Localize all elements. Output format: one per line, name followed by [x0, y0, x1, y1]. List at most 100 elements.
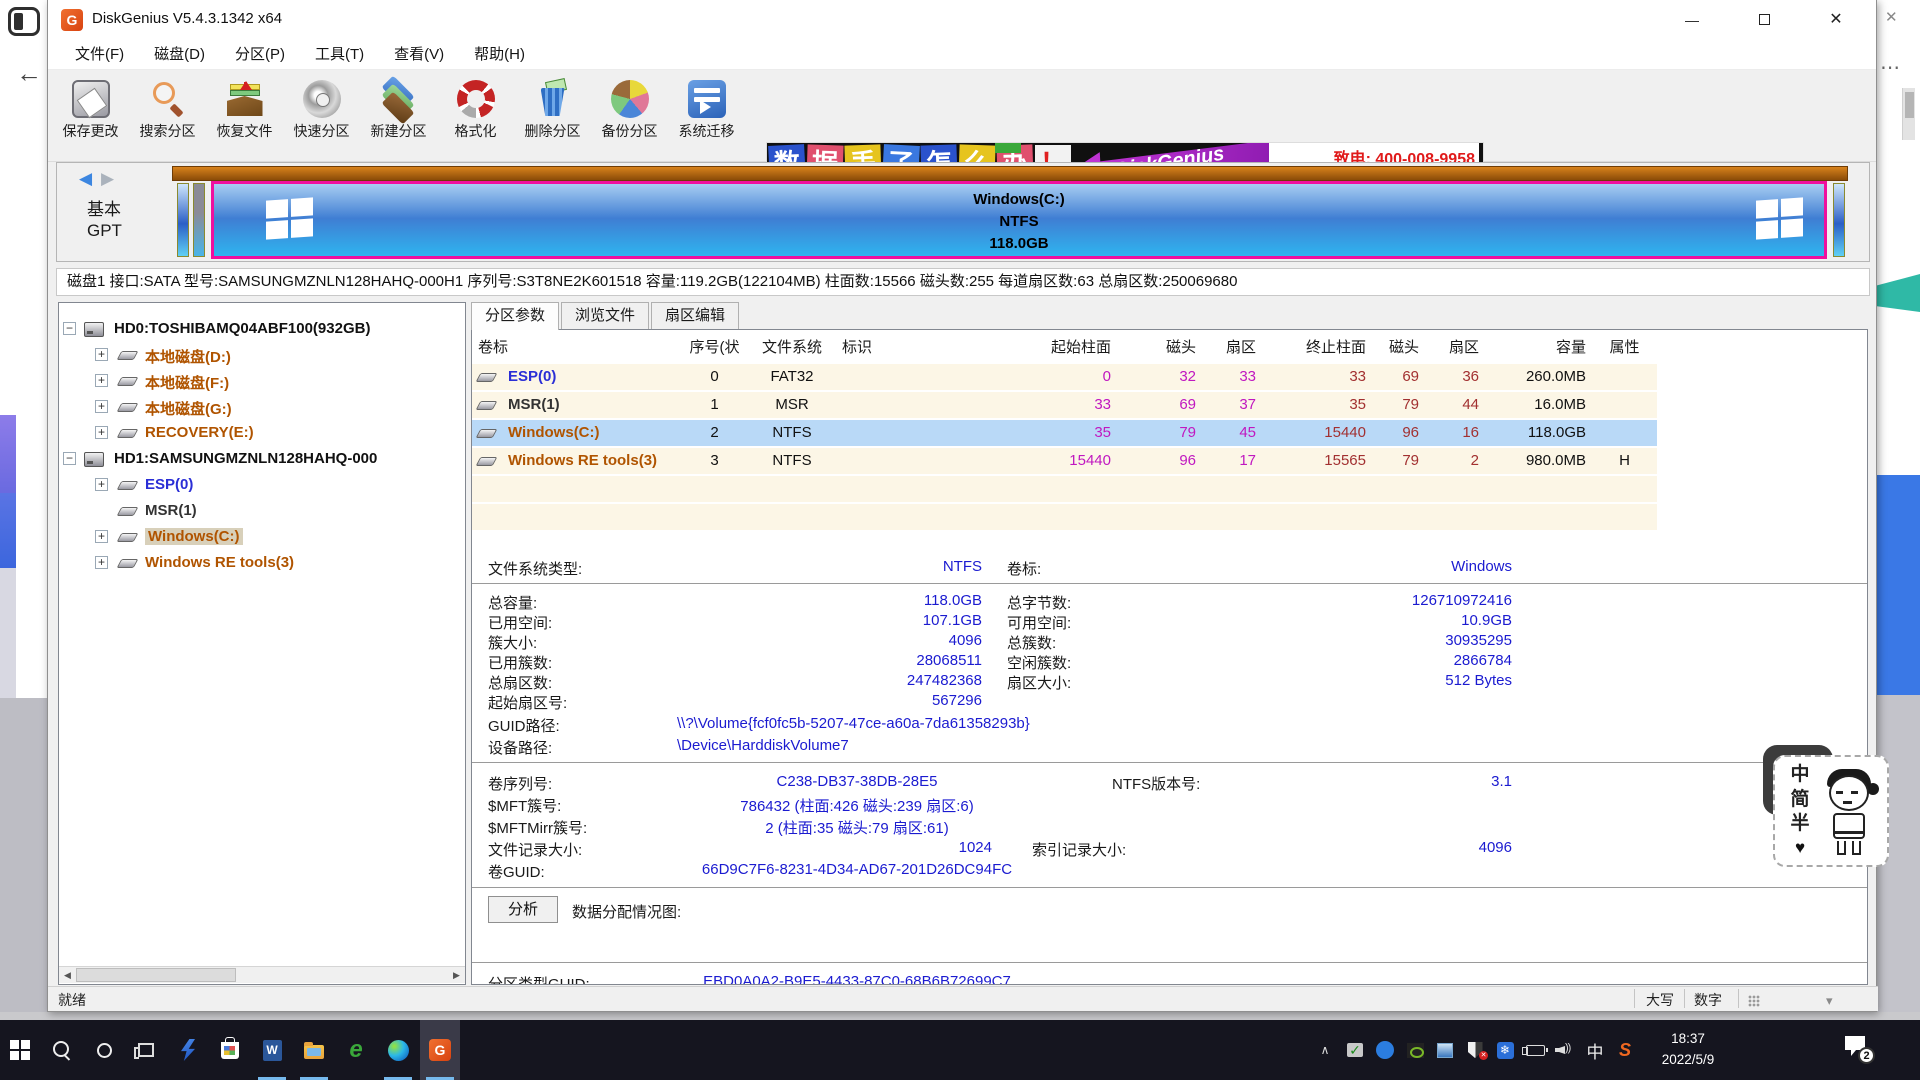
- scroll-left-icon[interactable]: ◀: [59, 967, 76, 983]
- collapse-icon[interactable]: [63, 452, 76, 465]
- search-partition-button[interactable]: 搜索分区: [129, 74, 206, 158]
- tray-volume-icon[interactable]: [1550, 1042, 1580, 1058]
- taskbar-app-store[interactable]: [210, 1020, 250, 1080]
- disc-icon: [303, 80, 341, 118]
- taskbar-app-thunder[interactable]: [168, 1020, 208, 1080]
- task-view-button[interactable]: [126, 1020, 166, 1080]
- tree-item-windows-c[interactable]: Windows(C:): [59, 527, 465, 549]
- expand-icon[interactable]: [95, 426, 108, 439]
- back-arrow-icon[interactable]: ←: [16, 58, 42, 89]
- analyze-button[interactable]: 分析: [488, 896, 558, 923]
- tree-item-msr[interactable]: MSR(1): [59, 501, 465, 523]
- delete-partition-button[interactable]: 删除分区: [514, 74, 591, 158]
- start-button[interactable]: [0, 1020, 40, 1080]
- expand-icon[interactable]: [95, 400, 108, 413]
- nav-right-icon[interactable]: ▶: [101, 169, 114, 189]
- tree-item-hd0[interactable]: HD0:TOSHIBAMQ04ABF100(932GB): [59, 319, 465, 341]
- resize-grip[interactable]: [1748, 995, 1760, 1007]
- tree-item-recovery-e[interactable]: RECOVERY(E:): [59, 423, 465, 445]
- ime-mode-simplified[interactable]: 简: [1789, 788, 1811, 813]
- taskbar-clock[interactable]: 18:37 2022/5/9: [1648, 1029, 1728, 1071]
- taskbar-app-diskgenius[interactable]: G: [420, 1020, 460, 1080]
- volume-icon: [117, 559, 139, 568]
- menu-disk[interactable]: 磁盘(D): [139, 40, 220, 69]
- table-row-msr[interactable]: MSR(1) 1 MSR 33 69 37 35 79 44 16.0MB: [472, 392, 1657, 420]
- partition-graph: Windows(C:) NTFS 118.0GB: [172, 166, 1848, 258]
- tray-intel-icon[interactable]: [1430, 1043, 1460, 1058]
- expand-icon[interactable]: [95, 348, 108, 361]
- ime-status-card[interactable]: 中 简 半 ♥: [1773, 755, 1889, 867]
- recover-files-button[interactable]: 恢复文件: [206, 74, 283, 158]
- format-button[interactable]: 格式化: [437, 74, 514, 158]
- menu-view[interactable]: 查看(V): [379, 40, 459, 69]
- ime-mode-chinese[interactable]: 中: [1789, 763, 1811, 788]
- taskbar-app-ie[interactable]: e: [336, 1020, 376, 1080]
- taskbar-app-edge[interactable]: [378, 1020, 418, 1080]
- tree-item-esp[interactable]: ESP(0): [59, 475, 465, 497]
- notification-center-button[interactable]: 2: [1845, 1036, 1871, 1060]
- tree-item-local-f[interactable]: 本地磁盘(F:): [59, 371, 465, 393]
- volume-icon: [117, 377, 139, 386]
- table-row-windows-c[interactable]: Windows(C:) 2 NTFS 35 79 45 15440 96 16 …: [472, 420, 1657, 448]
- taskbar-app-explorer[interactable]: [294, 1020, 334, 1080]
- scrollbar-thumb[interactable]: [76, 968, 236, 982]
- tree-item-local-g[interactable]: 本地磁盘(G:): [59, 397, 465, 419]
- expand-icon[interactable]: [95, 556, 108, 569]
- tree-item-hd1[interactable]: HD1:SAMSUNGMZNLN128HAHQ-000: [59, 449, 465, 471]
- tray-power-icon[interactable]: [1520, 1045, 1550, 1056]
- partition-msr-bar[interactable]: [193, 183, 205, 257]
- collapse-icon[interactable]: [63, 322, 76, 335]
- tray-nvidia-icon[interactable]: [1400, 1043, 1430, 1058]
- partition-re-bar[interactable]: [1833, 183, 1845, 257]
- tray-ime-indicator[interactable]: 中: [1580, 1038, 1610, 1063]
- tab-browse-files[interactable]: 浏览文件: [561, 302, 649, 329]
- tray-dingtalk-icon[interactable]: [1370, 1041, 1400, 1059]
- ime-mode-halfwidth[interactable]: 半: [1789, 812, 1811, 837]
- backup-partition-button[interactable]: 备份分区: [591, 74, 668, 158]
- tray-snowflake-icon[interactable]: ❄: [1490, 1042, 1520, 1059]
- title-bar: G DiskGenius V5.4.3.1342 x64 — ✕: [48, 0, 1876, 40]
- tray-backup-icon[interactable]: ✓: [1340, 1043, 1370, 1057]
- harddisk-icon: [84, 452, 104, 467]
- table-row-esp[interactable]: ESP(0) 0 FAT32 0 32 33 33 69 36 260.0MB: [472, 364, 1657, 392]
- tab-sector-edit[interactable]: 扇区编辑: [651, 302, 739, 329]
- partition-windows-bar[interactable]: Windows(C:) NTFS 118.0GB: [211, 181, 1827, 259]
- expand-icon[interactable]: [95, 478, 108, 491]
- menu-help[interactable]: 帮助(H): [459, 40, 540, 69]
- taskbar-app-word[interactable]: W: [252, 1020, 292, 1080]
- sogou-ime-widget[interactable]: 中 简 半 ♥: [1773, 755, 1889, 867]
- heart-icon[interactable]: ♥: [1789, 837, 1811, 859]
- maximize-button[interactable]: [1736, 0, 1792, 40]
- pie-icon: [611, 80, 649, 118]
- tab-partition-params[interactable]: 分区参数: [471, 302, 559, 330]
- wallpaper-strip: [0, 568, 16, 698]
- tree-item-windows-re[interactable]: Windows RE tools(3): [59, 553, 465, 575]
- tree-horizontal-scrollbar[interactable]: ◀ ▶: [59, 966, 465, 983]
- tray-security-icon[interactable]: ✕: [1460, 1042, 1490, 1058]
- tray-chevron-icon[interactable]: ∧: [1310, 1043, 1340, 1057]
- minimize-button[interactable]: —: [1664, 0, 1720, 40]
- browser-tab-icon: [8, 7, 40, 36]
- partition-esp-bar[interactable]: [177, 183, 189, 257]
- menu-tools[interactable]: 工具(T): [300, 40, 379, 69]
- save-changes-button[interactable]: 保存更改: [52, 74, 129, 158]
- nav-left-icon[interactable]: ◀: [79, 169, 92, 189]
- taskbar: W e G ∧ ✓ ✕ ❄ 中 S 18:37 2022/5/9 2: [0, 1020, 1920, 1080]
- system-migrate-button[interactable]: 系统迁移: [668, 74, 745, 158]
- close-button[interactable]: ✕: [1808, 0, 1864, 40]
- tree-item-local-d[interactable]: 本地磁盘(D:): [59, 345, 465, 367]
- menu-file[interactable]: 文件(F): [60, 40, 139, 69]
- background-window-left: ←: [0, 0, 47, 1012]
- taskbar-search-button[interactable]: [42, 1020, 82, 1080]
- scroll-right-icon[interactable]: ▶: [448, 967, 465, 983]
- cortana-button[interactable]: [84, 1020, 124, 1080]
- expand-icon[interactable]: [95, 374, 108, 387]
- new-partition-button[interactable]: 新建分区: [360, 74, 437, 158]
- tray-sogou-icon[interactable]: S: [1610, 1040, 1640, 1061]
- quick-partition-button[interactable]: 快速分区: [283, 74, 360, 158]
- caret-down-icon[interactable]: ▾: [1826, 993, 1833, 1009]
- clock-date: 2022/5/9: [1648, 1050, 1728, 1071]
- table-row-windows-re[interactable]: Windows RE tools(3) 3 NTFS 15440 96 17 1…: [472, 448, 1657, 476]
- menu-partition[interactable]: 分区(P): [220, 40, 300, 69]
- expand-icon[interactable]: [95, 530, 108, 543]
